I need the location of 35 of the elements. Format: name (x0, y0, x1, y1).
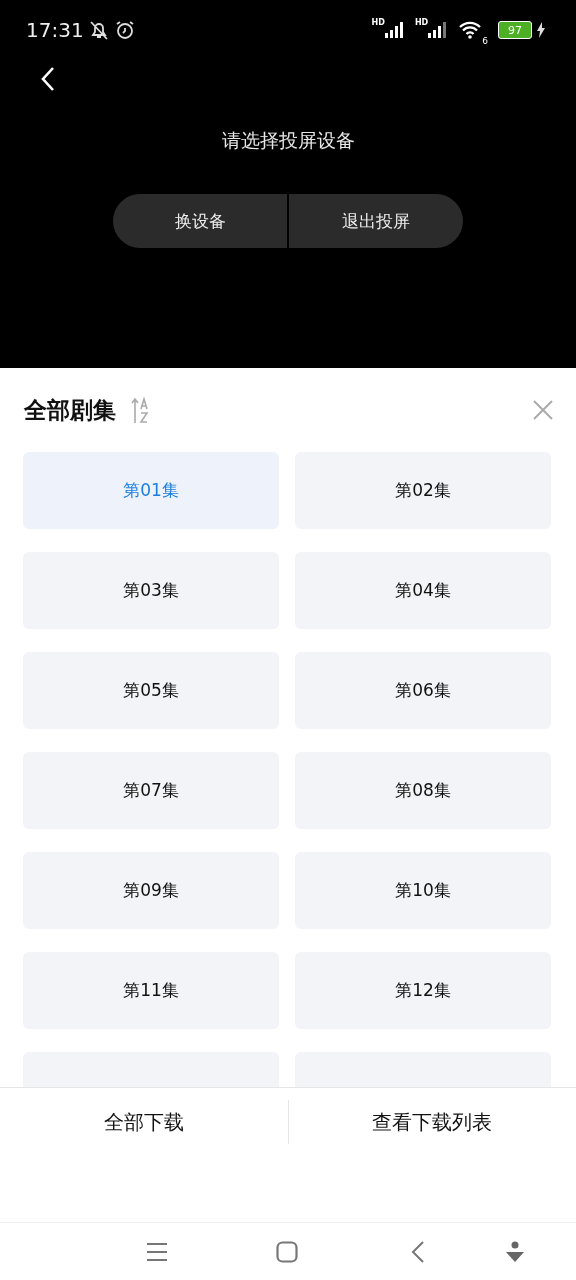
wifi-label: 6 (482, 36, 488, 46)
back-icon[interactable] (411, 1240, 425, 1263)
episode-tile[interactable]: 第01集 (23, 452, 279, 529)
episode-tile[interactable]: 第09集 (23, 852, 279, 929)
wifi-icon (458, 21, 483, 39)
charging-icon (536, 22, 546, 38)
episode-tile[interactable]: 第08集 (295, 752, 551, 829)
battery-icon: 97 (498, 21, 532, 39)
sheet-title: 全部剧集 (24, 395, 116, 425)
home-icon[interactable] (276, 1240, 298, 1263)
episode-tile[interactable]: 第12集 (295, 952, 551, 1029)
cast-button[interactable]: 换设备 (113, 194, 287, 248)
network-label: HD (414, 18, 429, 27)
signal-icon (384, 22, 405, 38)
episode-tile[interactable]: 第05集 (23, 652, 279, 729)
episode-tile[interactable]: 第07集 (23, 752, 279, 829)
episode-tile[interactable]: 第02集 (295, 452, 551, 529)
episode-tile[interactable]: 第04集 (295, 552, 551, 629)
episode-tile[interactable]: 第06集 (295, 652, 551, 729)
episode-tile[interactable]: 第11集 (23, 952, 279, 1029)
download-action[interactable]: 全部下载 (0, 1100, 289, 1144)
episode-tile[interactable]: 第10集 (295, 852, 551, 929)
network-label: HD (371, 18, 385, 27)
signal-icon (428, 22, 449, 38)
download-action[interactable]: 查看下载列表 (288, 1100, 576, 1144)
episode-tile[interactable]: 第03集 (23, 552, 279, 629)
close-icon (532, 399, 554, 421)
status-time: 17:31 (26, 18, 84, 42)
assistant-icon[interactable] (505, 1240, 525, 1263)
cast-button[interactable]: 退出投屏 (289, 194, 463, 248)
close-button[interactable] (532, 399, 554, 421)
back-icon (40, 66, 56, 92)
menu-icon[interactable] (145, 1241, 169, 1262)
muted-bell-icon (87, 19, 110, 41)
cast-prompt: 请选择投屏设备 (220, 128, 356, 153)
